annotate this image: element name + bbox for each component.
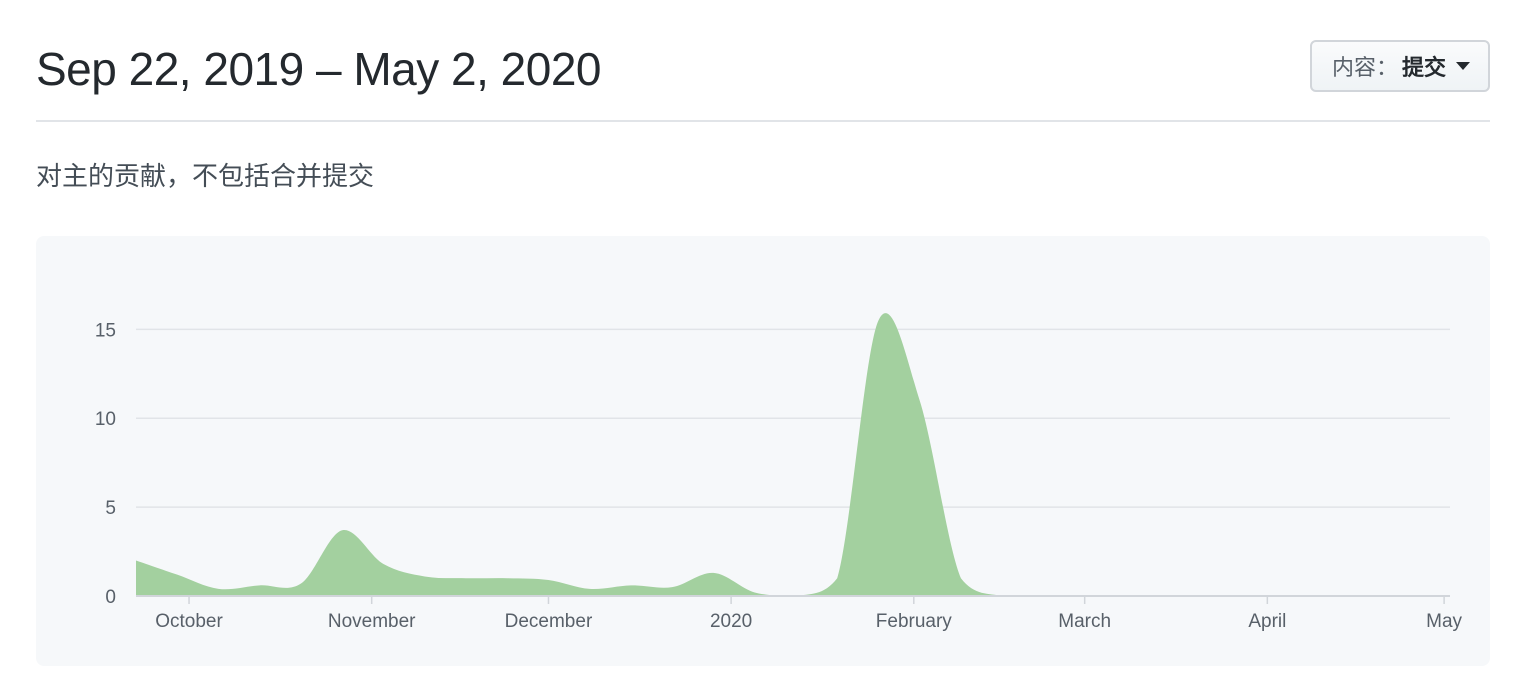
dropdown-selected-value: 提交 <box>1401 55 1446 80</box>
commits-area <box>136 313 1450 596</box>
header: Sep 22, 2019 – May 2, 2020 内容： 提交 <box>36 40 1490 122</box>
chart-container: 0 5 10 15 October November December 2020 Februar… <box>36 236 1490 666</box>
y-tick-label-5: 5 <box>105 498 116 519</box>
contributors-page: Sep 22, 2019 – May 2, 2020 内容： 提交 对主的贡献，… <box>0 0 1538 682</box>
caret-down-icon <box>1456 62 1470 70</box>
dropdown-label: 内容： <box>1331 55 1398 80</box>
contributions-area-chart: 0 5 10 15 October November December 2020 Februar… <box>95 313 1463 632</box>
y-tick-label-15: 15 <box>95 320 116 341</box>
x-tick-label-march: March <box>1058 611 1111 632</box>
x-tick-label-may: May <box>1426 611 1462 632</box>
x-tick-label-april: April <box>1248 611 1286 632</box>
content-type-dropdown[interactable]: 内容： 提交 <box>1309 40 1490 92</box>
y-tick-label-10: 10 <box>95 409 116 430</box>
y-tick-label-0: 0 <box>105 587 116 608</box>
x-tick-label-october: October <box>155 611 223 632</box>
date-range-title: Sep 22, 2019 – May 2, 2020 <box>36 43 602 95</box>
x-tick-label-2020: 2020 <box>710 611 752 632</box>
x-tick-label-november: November <box>328 611 416 632</box>
x-tick-label-december: December <box>505 611 593 632</box>
x-tick-label-february: February <box>876 611 953 632</box>
chart-subtitle: 对主的贡献，不包括合并提交 <box>36 161 375 191</box>
